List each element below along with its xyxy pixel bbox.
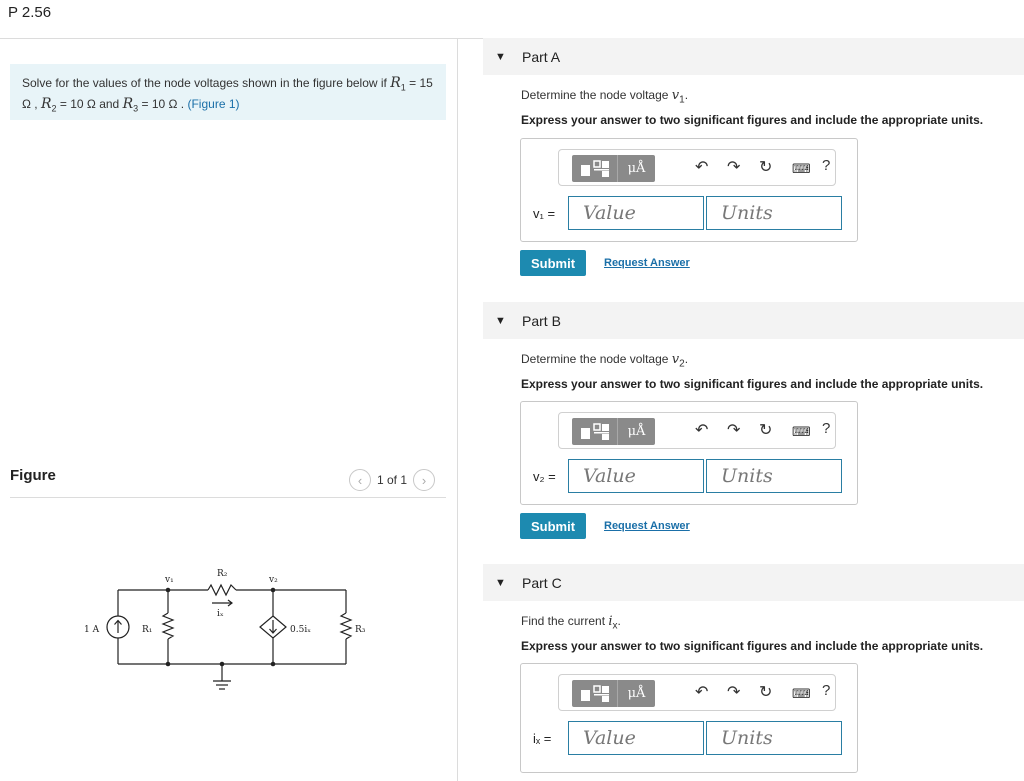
question-text: Determine the node voltage [521,88,672,102]
figure-link[interactable]: (Figure 1) [187,97,239,111]
pane-divider [457,39,458,781]
units-input[interactable]: Units [706,459,842,493]
keyboard-icon[interactable]: ⌨ [792,686,811,702]
circuit-diagram: 1 A R₁ R₂ R₃ v₁ v₂ iₓ 0.5iₓ [84,569,366,690]
template-group: μÅ [572,418,655,445]
figure-heading: Figure [10,467,56,484]
part-title: Part C [522,574,562,591]
pager-text: 1 of 1 [377,473,408,487]
r3-label: R₃ [355,625,366,635]
r1-label: R₁ [142,625,152,635]
help-icon[interactable]: ? [822,420,830,437]
question-var-sub: 1 [679,94,685,106]
template-group: μÅ [572,155,655,182]
v1-label: v₁ [164,575,174,585]
question-var-sub: x [612,620,618,632]
part-a-header[interactable]: ▼ Part A [483,38,1024,75]
value-input[interactable]: Value [568,459,704,493]
r3-symbol: R [122,96,134,113]
part-question: Determine the node voltage v1. [521,88,689,106]
value-input[interactable]: Value [568,196,704,230]
express-instruction: Express your answer to two significant f… [521,113,984,127]
chevron-left-icon[interactable]: ‹ [349,469,371,491]
question-var-sub: 2 [679,358,685,370]
dependent-source-label: 0.5iₓ [290,625,311,635]
chevron-right-icon[interactable]: › [413,469,436,491]
part-question: Find the current ix. [521,614,621,632]
ix-equals-label: iₓ = [533,731,552,746]
part-c: ▼ Part C Find the current ix. Express yo… [483,564,1024,781]
templates-icon[interactable] [572,680,618,707]
math-toolbar: μÅ ↶ ↷ ↻ ⌨ ? [558,674,836,711]
reset-icon[interactable]: ↻ [759,157,772,177]
math-toolbar: μÅ ↶ ↷ ↻ ⌨ ? [558,149,836,186]
templates-icon[interactable] [572,155,618,182]
units-input[interactable]: Units [706,721,842,755]
answer-box: μÅ ↶ ↷ ↻ ⌨ ? v₂ = Value Units [520,401,858,505]
value-input[interactable]: Value [568,721,704,755]
submit-button[interactable]: Submit [520,250,586,276]
caret-down-icon: ▼ [495,576,506,589]
reset-icon[interactable]: ↻ [759,420,772,440]
help-icon[interactable]: ? [822,157,830,174]
figure-pager: ‹ 1 of 1 › [349,469,436,491]
math-toolbar: μÅ ↶ ↷ ↻ ⌨ ? [558,412,836,449]
keyboard-icon[interactable]: ⌨ [792,424,811,440]
undo-icon[interactable]: ↶ [695,157,708,177]
part-b: ▼ Part B Determine the node voltage v2. … [483,302,1024,552]
units-icon[interactable]: μÅ [618,680,655,707]
v2-label: v₂ [268,575,278,585]
part-b-header[interactable]: ▼ Part B [483,302,1024,339]
figure-divider [10,497,446,498]
v2-equals-label: v₂ = [533,469,556,484]
caret-down-icon: ▼ [495,314,506,327]
redo-icon[interactable]: ↷ [727,420,740,440]
ix-label: iₓ [217,609,224,619]
template-group: μÅ [572,680,655,707]
units-input[interactable]: Units [706,196,842,230]
source-label: 1 A [84,625,100,635]
undo-icon[interactable]: ↶ [695,420,708,440]
redo-icon[interactable]: ↷ [727,682,740,702]
redo-icon[interactable]: ↷ [727,157,740,177]
r1-symbol: R [390,75,401,91]
templates-icon[interactable] [572,418,618,445]
request-answer-link[interactable]: Request Answer [604,257,690,269]
express-instruction: Express your answer to two significant f… [521,377,984,391]
units-icon[interactable]: μÅ [618,155,655,182]
r3-value: = 10 Ω . [138,97,188,112]
problem-id: P 2.56 [8,4,52,21]
request-answer-link[interactable]: Request Answer [604,520,690,532]
part-a: ▼ Part A Determine the node voltage v1. … [483,38,1024,288]
help-icon[interactable]: ? [822,682,830,699]
reset-icon[interactable]: ↻ [759,682,772,702]
units-icon[interactable]: μÅ [618,418,655,445]
v1-equals-label: v₁ = [533,206,556,221]
part-c-header[interactable]: ▼ Part C [483,564,1024,601]
r2-value: = 10 Ω and [56,97,123,112]
answer-box: μÅ ↶ ↷ ↻ ⌨ ? iₓ = Value Units [520,663,858,773]
express-instruction: Express your answer to two significant f… [521,639,984,653]
r2-label: R₂ [217,569,228,579]
caret-down-icon: ▼ [495,50,506,63]
keyboard-icon[interactable]: ⌨ [792,161,811,177]
problem-statement: Solve for the values of the node voltage… [10,64,446,120]
question-text: Find the current [521,614,609,628]
undo-icon[interactable]: ↶ [695,682,708,702]
question-text: Determine the node voltage [521,352,672,366]
submit-button[interactable]: Submit [520,513,586,539]
answer-box: μÅ ↶ ↷ ↻ ⌨ ? v₁ = Value Units [520,138,858,242]
part-title: Part B [522,312,561,329]
part-title: Part A [522,48,561,65]
problem-intro: Solve for the values of the node voltage… [22,76,387,90]
r2-symbol: R [40,96,52,113]
part-question: Determine the node voltage v2. [521,352,689,370]
